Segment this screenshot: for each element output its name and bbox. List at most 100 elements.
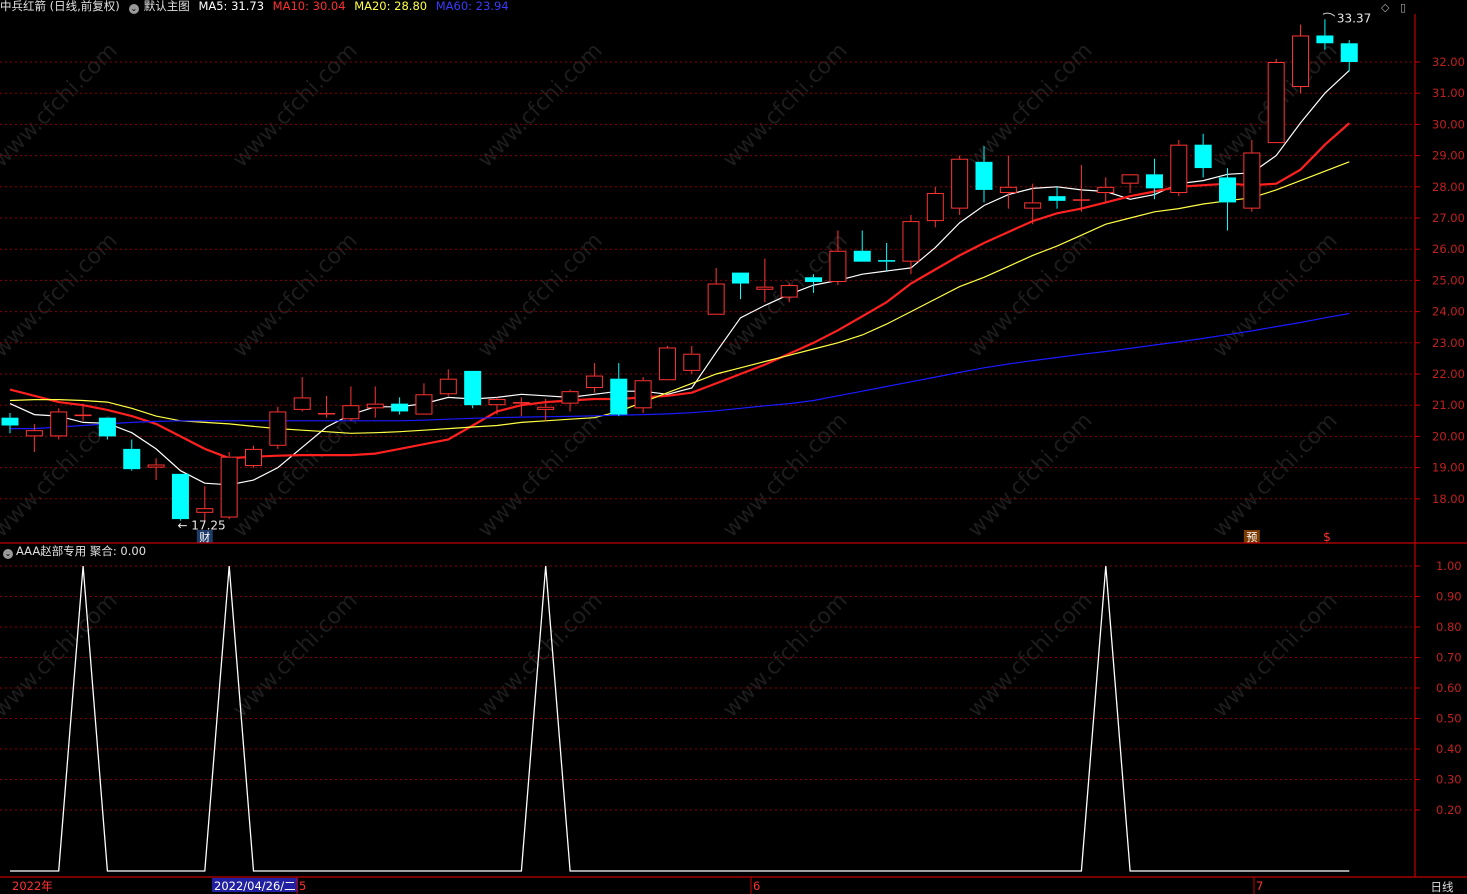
y-tick-label: 24.00 [1432,305,1465,319]
moving-average-lines [9,69,1351,486]
ma10-line [9,122,1351,460]
ma60-line [10,312,1350,430]
candle[interactable] [342,386,360,421]
y-tick-label: 0.60 [1436,681,1462,695]
candle[interactable] [902,214,920,275]
candle[interactable] [561,389,579,412]
candle[interactable] [1267,58,1285,144]
candle-body [1170,144,1188,194]
candle[interactable] [196,486,214,521]
candle-body [853,250,871,262]
candle[interactable] [1219,168,1236,231]
main-price-axis: 18.00 19.00 20.00 21.00 22.00 23.00 24.00 25.00… [1415,55,1465,506]
candle[interactable] [585,363,603,393]
candle-body [732,272,749,284]
candle[interactable] [464,370,482,409]
candle[interactable] [220,452,238,520]
candle-body [975,161,993,190]
candle-body [464,370,482,406]
fin-badge-label: 财 [199,530,210,544]
candle[interactable] [318,395,336,418]
candle[interactable] [1097,177,1115,203]
candle-body [293,397,311,410]
main-chart-label[interactable]: 默认主图 [144,0,190,13]
candle-body [537,406,555,410]
candle[interactable] [1048,186,1066,209]
candle[interactable] [951,155,969,215]
candle[interactable] [1292,24,1310,94]
ma10-label: MA10: 30.04 [272,0,346,13]
candle[interactable] [439,369,457,396]
candle[interactable] [1,413,19,434]
candle[interactable] [269,406,287,449]
period-tab-daily[interactable]: 日线 [1417,880,1467,894]
y-tick-label: 0.20 [1436,803,1462,817]
date-cursor-label: 2022/04/26/二 [214,879,296,893]
candle[interactable] [999,155,1017,209]
candle-body [658,347,676,381]
candle[interactable] [707,267,725,315]
candle[interactable] [853,230,871,262]
ma5-label: MA5: 31.73 [198,0,265,13]
y-tick-label: 26.00 [1432,242,1465,256]
candle[interactable] [683,345,701,374]
ma60-label: MA60: 23.94 [435,0,509,13]
watermark-text: www.cfchi.com [473,38,607,172]
watermark-text: www.cfchi.com [473,588,607,722]
candle[interactable] [50,408,68,440]
candle-body [391,403,409,412]
month-label: 6 [753,879,760,893]
watermark-text: www.cfchi.com [718,588,852,722]
ma20-label: MA20: 28.80 [354,0,428,13]
candle[interactable] [171,473,189,521]
watermark-text: www.cfchi.com [718,38,852,172]
candle[interactable] [878,242,896,272]
candle-body [951,158,969,209]
month-label: 7 [1256,879,1263,893]
candle-body [439,378,457,395]
candle[interactable] [98,417,116,440]
candle[interactable] [658,345,676,381]
candle[interactable] [1170,140,1188,197]
candlestick-series[interactable] [1,19,1358,521]
candle-body [1024,202,1042,209]
indicator-label[interactable]: AAA赵部专用 [16,544,86,558]
y-tick-label: 31.00 [1432,86,1465,100]
candle[interactable] [1121,174,1139,194]
candle-body [1194,144,1212,169]
candle[interactable] [366,386,384,418]
candle-body [50,411,68,437]
candle[interactable] [926,186,944,228]
candle-body [1243,152,1261,209]
candle[interactable] [147,458,165,481]
diamond-icon[interactable]: ◇ [1381,1,1389,14]
candle[interactable] [1072,164,1090,212]
panel-icon[interactable]: ▯ [1400,1,1406,14]
candle-body [1048,196,1066,201]
candle[interactable] [245,445,262,468]
price-marks: 33.37← 17.25财预 $ [177,11,1371,544]
y-tick-label: 27.00 [1432,211,1465,225]
candle-body [926,193,944,222]
y-tick-label: 0.40 [1436,742,1462,756]
candle[interactable] [293,377,311,412]
candle[interactable] [1340,40,1358,72]
chart-stage[interactable]: www.cfchi.com www.cfchi.com www.cfchi.com w… [0,0,1467,894]
candle[interactable] [732,272,749,300]
candle[interactable] [391,397,409,415]
candle[interactable] [123,439,141,471]
candle[interactable] [488,397,506,415]
candle[interactable] [634,377,652,413]
pre-badge-label: 预 [1246,531,1257,544]
candle[interactable] [610,363,628,417]
candle-body [123,448,141,470]
chevron-down-icon[interactable]: ⌄ [3,549,13,559]
candle[interactable] [1194,133,1212,178]
y-tick-label: 0.70 [1436,651,1462,665]
candle-body [1340,43,1358,62]
candle[interactable] [415,383,433,415]
stock-title[interactable]: 中兵红箭 (日线,前复权) [0,0,120,13]
candle-body [829,250,847,282]
candle-body [805,277,823,282]
chevron-down-icon[interactable]: ⌄ [128,4,139,14]
